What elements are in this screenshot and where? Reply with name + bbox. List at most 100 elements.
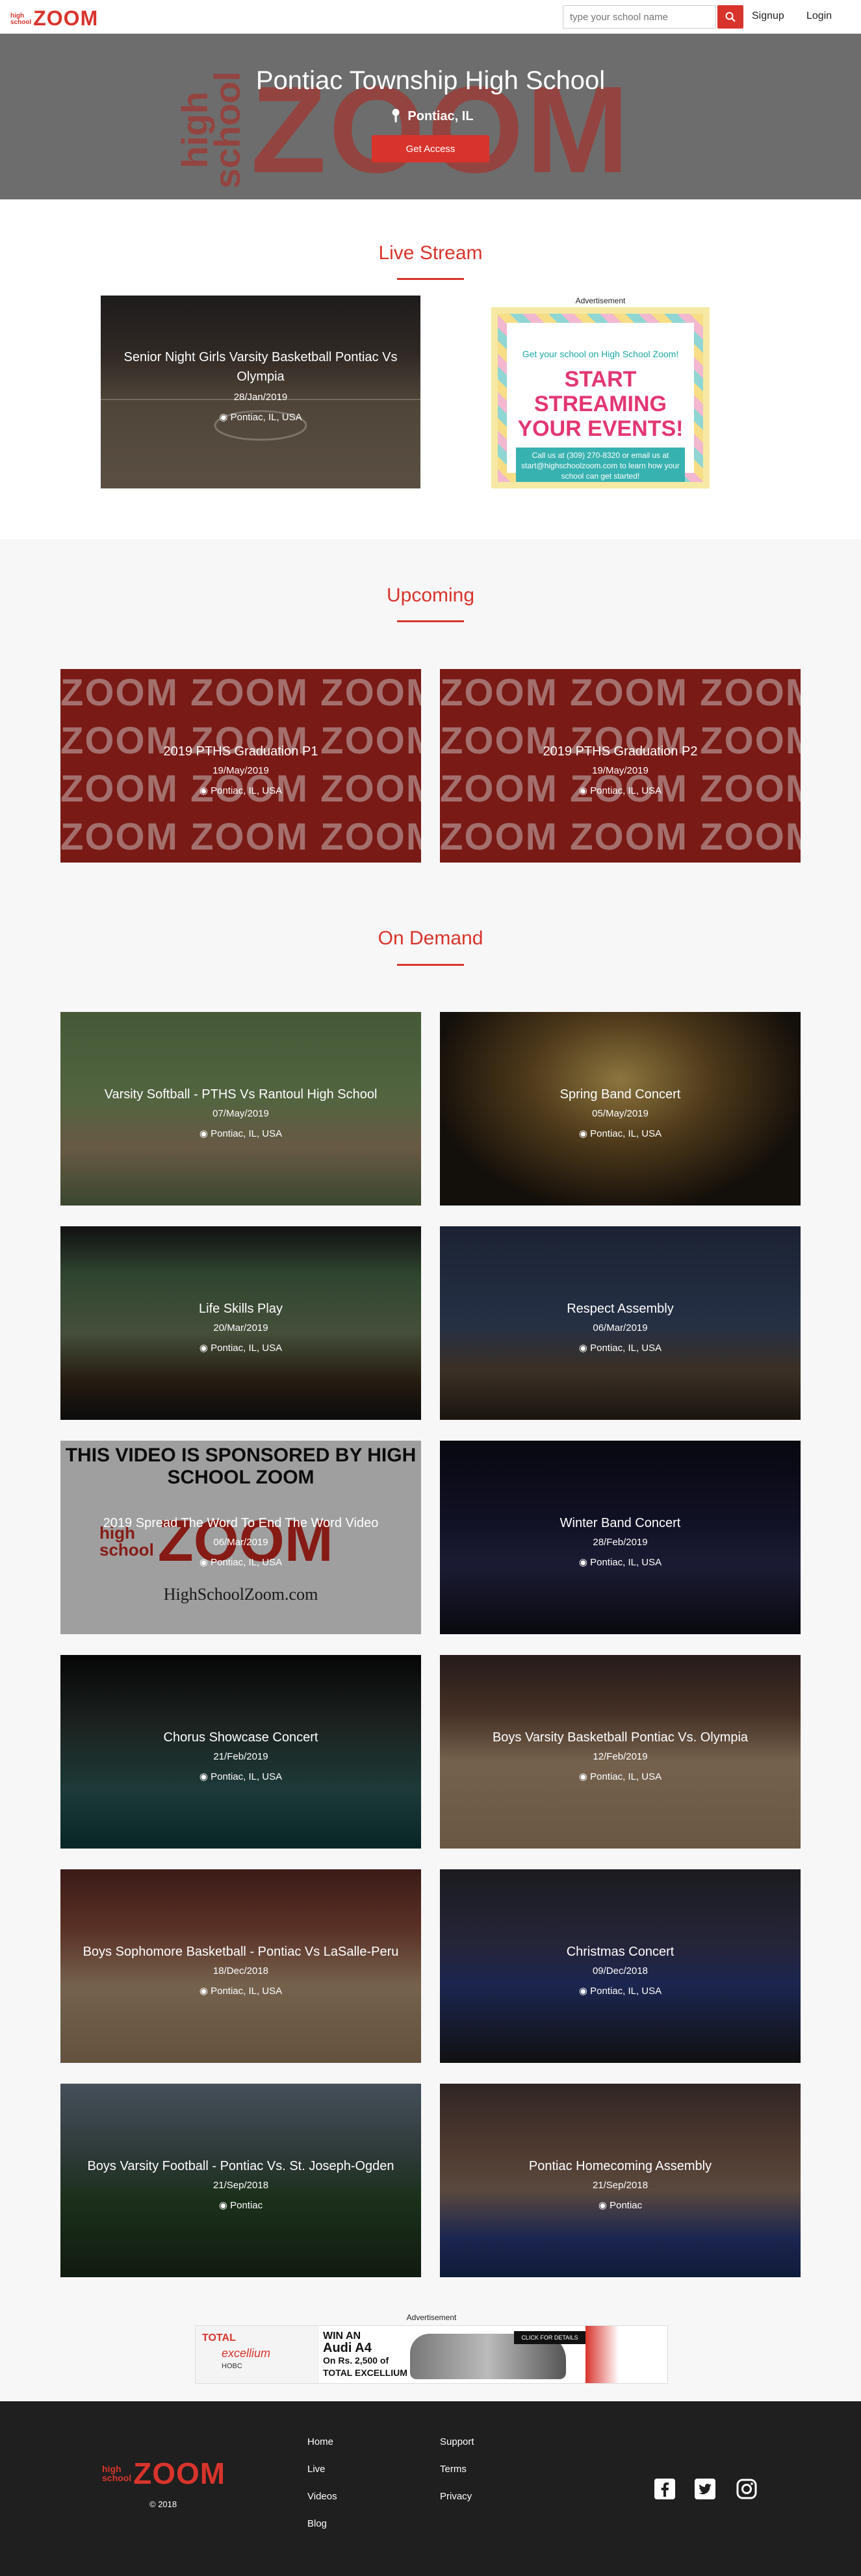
video-title: Chorus Showcase Concert (163, 1730, 318, 1745)
heading-underline (397, 964, 464, 966)
video-title: Boys Sophomore Basketball - Pontiac Vs L… (83, 1945, 399, 1959)
ad-brand: TOTAL (202, 2332, 236, 2343)
footer-link-live[interactable]: Live (307, 2464, 326, 2475)
upcoming-event-title: 2019 PTHS Graduation P1 (163, 744, 318, 759)
ad-line-2: Audi A4 (323, 2341, 372, 2355)
video-card[interactable]: Spring Band Concert 05/May/2019 ◉ Pontia… (440, 1012, 801, 1206)
upcoming-event-title: 2019 PTHS Graduation P2 (543, 744, 698, 759)
heading-underline (397, 278, 464, 280)
instagram-icon[interactable] (736, 2478, 758, 2500)
footer-link-support[interactable]: Support (440, 2436, 474, 2447)
video-title: Boys Varsity Basketball Pontiac Vs. Olym… (492, 1730, 749, 1745)
video-date: 21/Feb/2019 (213, 1751, 268, 1762)
on-demand-heading: On Demand (378, 928, 483, 949)
map-pin-icon: ◉ (578, 1771, 587, 1782)
signup-link[interactable]: Signup (752, 10, 784, 22)
video-location: ◉ Pontiac, IL, USA (578, 1343, 662, 1354)
upcoming-event-date: 19/May/2019 (212, 765, 269, 776)
video-date: 21/Sep/2018 (592, 2180, 649, 2191)
get-access-button[interactable]: Get Access (372, 135, 489, 162)
navbar: high school ZOOM Signup Login (0, 0, 861, 34)
video-location: ◉ Pontiac, IL, USA (578, 1128, 662, 1139)
school-location: 📍︎ Pontiac, IL (387, 109, 474, 123)
total-excellium-ad[interactable]: TOTAL excellium HOBC WIN AN Audi A4 On R… (195, 2325, 668, 2384)
live-event-date: 28/Jan/2019 (233, 392, 288, 403)
map-pin-icon: ◉ (199, 1986, 208, 1997)
map-pin-icon: ◉ (199, 1771, 208, 1782)
brand-logo[interactable]: high school ZOOM (10, 6, 98, 31)
video-card[interactable]: Boys Sophomore Basketball - Pontiac Vs L… (60, 1869, 421, 2063)
footer-link-videos[interactable]: Videos (307, 2491, 337, 2502)
video-date: 06/Mar/2019 (213, 1537, 268, 1548)
school-name-heading: Pontiac Township High School (255, 66, 606, 95)
video-card[interactable]: Chorus Showcase Concert 21/Feb/2019 ◉ Po… (60, 1655, 421, 1849)
ad-line-3: Call us at (309) 270-8320 or email us at… (516, 448, 685, 482)
video-title: Pontiac Homecoming Assembly (528, 2159, 712, 2173)
video-title: Life Skills Play (199, 1302, 283, 1316)
video-location: ◉ Pontiac, IL, USA (199, 1343, 283, 1354)
video-date: 28/Feb/2019 (593, 1537, 648, 1548)
video-card[interactable]: Pontiac Homecoming Assembly 21/Sep/2018 … (440, 2084, 801, 2277)
video-date: 09/Dec/2018 (592, 1965, 649, 1976)
map-pin-icon: ◉ (199, 785, 208, 796)
video-location: ◉ Pontiac (598, 2200, 643, 2211)
search-button[interactable] (717, 5, 743, 29)
ad-line-2: START STREAMING YOUR EVENTS! (517, 367, 684, 441)
search-icon (725, 12, 736, 22)
ad-label: Advertisement (575, 296, 626, 305)
upcoming-event-date: 19/May/2019 (592, 765, 649, 776)
footer-link-blog[interactable]: Blog (307, 2518, 327, 2529)
video-location: ◉ Pontiac, IL, USA (199, 1986, 283, 1997)
footer-brand-logo[interactable]: high school ZOOM (102, 2456, 225, 2491)
video-card[interactable]: Winter Band Concert 28/Feb/2019 ◉ Pontia… (440, 1441, 801, 1634)
video-card[interactable]: Boys Varsity Basketball Pontiac Vs. Olym… (440, 1655, 801, 1849)
ad-line-4: TOTAL EXCELLIUM (323, 2368, 407, 2378)
upcoming-event-card[interactable]: ZOOM ZOOM ZOOM ZOOM ZOOM ZOOM ZOOMZOOM Z… (60, 669, 421, 863)
footer-link-home[interactable]: Home (307, 2436, 333, 2447)
video-card[interactable]: Life Skills Play 20/Mar/2019 ◉ Pontiac, … (60, 1226, 421, 1420)
login-link[interactable]: Login (806, 10, 832, 22)
video-title: Christmas Concert (566, 1945, 675, 1959)
upcoming-event-location: ◉ Pontiac, IL, USA (578, 785, 662, 796)
start-streaming-ad[interactable]: Get your school on High School Zoom! STA… (491, 307, 710, 488)
video-location: ◉ Pontiac, IL, USA (199, 1557, 283, 1568)
map-pin-icon: ◉ (219, 412, 228, 423)
school-search-input[interactable] (563, 5, 716, 29)
live-event-location: ◉ Pontiac, IL, USA (219, 412, 302, 423)
twitter-icon[interactable] (694, 2478, 716, 2500)
logo-high-school: high school (10, 13, 31, 26)
upcoming-event-location: ◉ Pontiac, IL, USA (199, 785, 283, 796)
footer-link-terms[interactable]: Terms (440, 2464, 467, 2475)
video-title: Varsity Softball - PTHS Vs Rantoul High … (104, 1087, 378, 1102)
footer-link-privacy[interactable]: Privacy (440, 2491, 472, 2502)
video-card[interactable]: Christmas Concert 09/Dec/2018 ◉ Pontiac,… (440, 1869, 801, 2063)
video-title: Spring Band Concert (559, 1087, 681, 1102)
ad-label: Advertisement (406, 2313, 457, 2322)
video-title: Boys Varsity Football - Pontiac Vs. St. … (87, 2159, 394, 2173)
map-pin-icon: 📍︎ (387, 109, 404, 123)
map-pin-icon: ◉ (578, 1557, 587, 1568)
video-location: ◉ Pontiac, IL, USA (199, 1128, 283, 1139)
facebook-icon[interactable] (654, 2478, 676, 2500)
map-pin-icon: ◉ (199, 1343, 208, 1354)
live-stream-card[interactable]: Senior Night Girls Varsity Basketball Po… (101, 296, 420, 488)
live-stream-heading: Live Stream (378, 242, 483, 264)
video-date: 05/May/2019 (592, 1108, 649, 1119)
upcoming-heading: Upcoming (386, 585, 475, 606)
map-pin-icon: ◉ (578, 1986, 587, 1997)
logo-school-text: school (10, 19, 32, 26)
video-card[interactable]: THIS VIDEO IS SPONSORED BY HIGH SCHOOL Z… (60, 1441, 421, 1634)
video-location: ◉ Pontiac, IL, USA (578, 1557, 662, 1568)
video-card[interactable]: Varsity Softball - PTHS Vs Rantoul High … (60, 1012, 421, 1206)
map-pin-icon: ◉ (578, 785, 587, 796)
video-date: 12/Feb/2019 (593, 1751, 648, 1762)
copyright: © 2018 (149, 2499, 177, 2509)
map-pin-icon: ◉ (218, 2200, 227, 2211)
video-title: Winter Band Concert (559, 1516, 681, 1530)
upcoming-event-card[interactable]: ZOOM ZOOM ZOOM ZOOM ZOOM ZOOM ZOOMZOOM Z… (440, 669, 801, 863)
video-card[interactable]: Respect Assembly 06/Mar/2019 ◉ Pontiac, … (440, 1226, 801, 1420)
video-card[interactable]: Boys Varsity Football - Pontiac Vs. St. … (60, 2084, 421, 2277)
video-title: 2019 Spread The Word To End The Word Vid… (103, 1516, 379, 1530)
video-title: Respect Assembly (567, 1302, 674, 1316)
ad-line-3: On Rs. 2,500 of (323, 2355, 389, 2366)
